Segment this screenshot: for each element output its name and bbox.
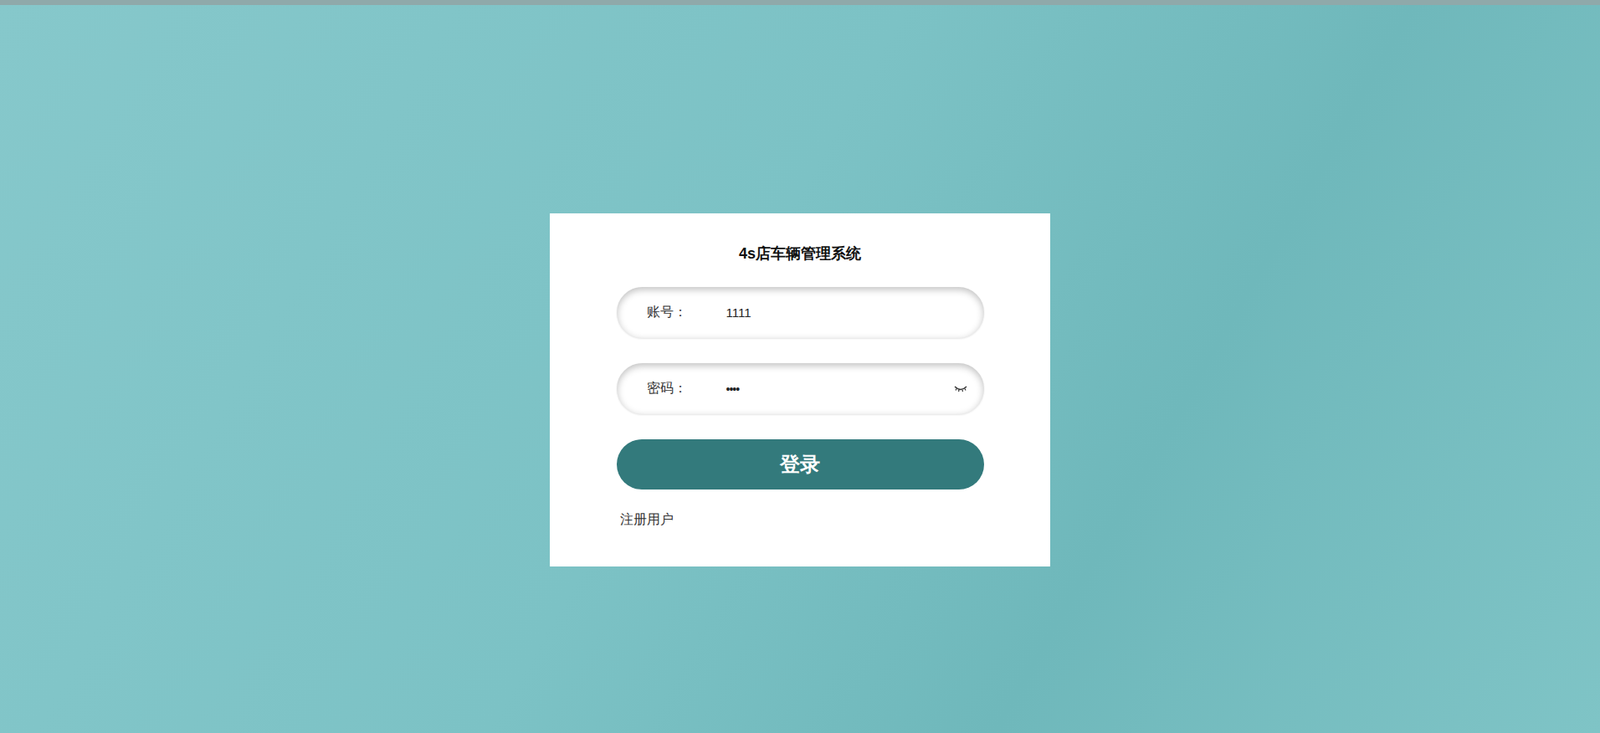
login-field[interactable]: 密码：•••• — [616, 363, 985, 415]
field-value[interactable]: •••• — [726, 382, 954, 396]
field-label: 账号： — [646, 303, 727, 322]
login-button[interactable]: 登录 — [616, 439, 985, 490]
field-value[interactable]: 1111 — [726, 305, 968, 320]
register-link[interactable]: 注册用户 — [620, 511, 674, 529]
login-card: 4s店车辆管理系统账号：1111 密码：•••• 登录注册用户 — [549, 213, 1051, 567]
system-title: 4s店车辆管理系统 — [738, 243, 862, 264]
login-field[interactable]: 账号：1111 — [616, 287, 985, 339]
login-page: 4s店车辆管理系统账号：1111 密码：•••• 登录注册用户 — [0, 0, 1600, 733]
field-label: 密码： — [646, 379, 727, 398]
closed-eye-icon[interactable] — [953, 384, 968, 394]
top-strip — [0, 0, 1600, 6]
